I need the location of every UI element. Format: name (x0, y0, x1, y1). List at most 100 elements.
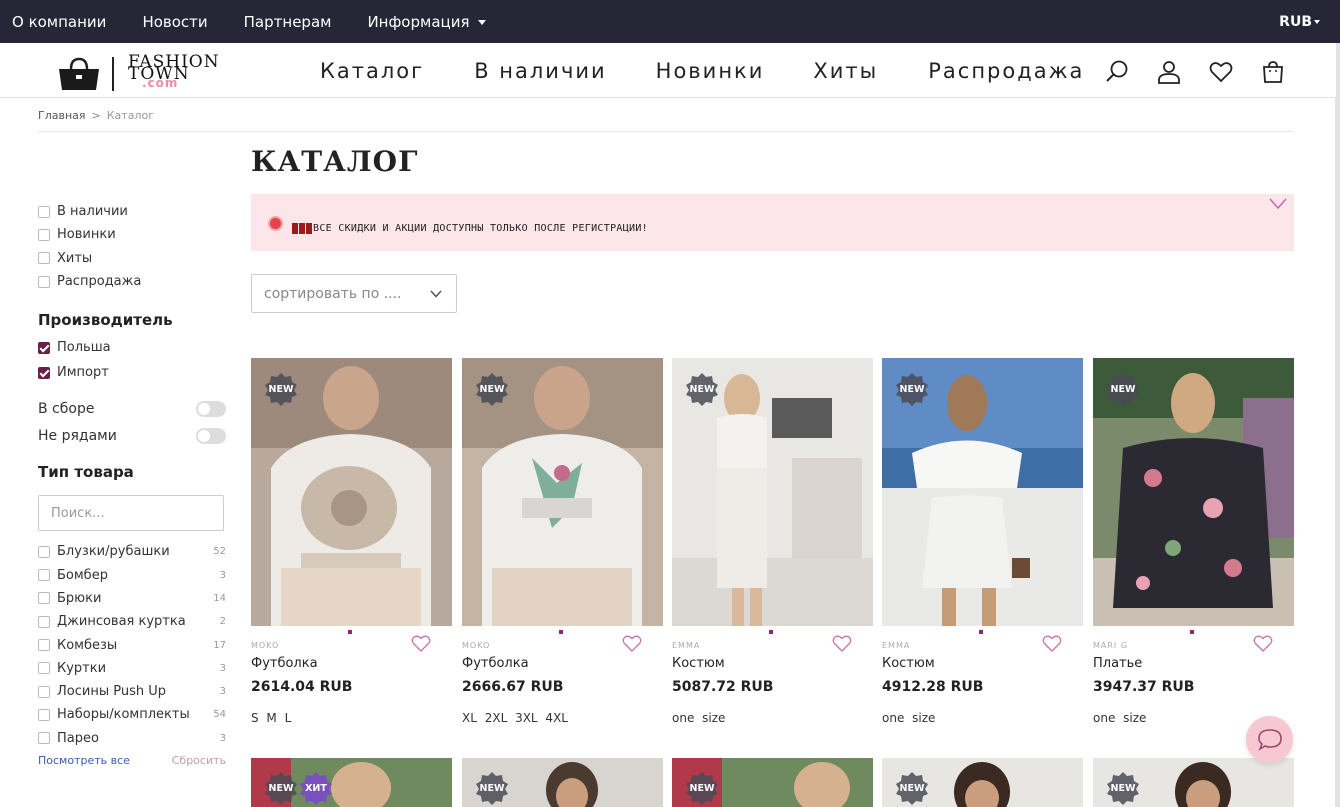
product-image[interactable]: NEW (882, 758, 1083, 807)
toggle-label: Не рядами (38, 427, 117, 444)
breadcrumb-home[interactable]: Главная (38, 109, 86, 122)
filter-maker-poland[interactable]: Польша (38, 335, 226, 360)
filter-hits[interactable]: Хиты (38, 247, 226, 270)
color-dot[interactable] (769, 630, 773, 634)
product-card[interactable]: NEW MOKO Футболка 2614.04 RUB S M L (251, 358, 452, 738)
product-card[interactable]: NEW MARI G Платье 3947.37 RUB one size (1093, 358, 1294, 738)
product-image[interactable]: NEW (462, 358, 663, 626)
product-grid-row-2: NEW ХИТ NEW NEW NEW NEW (251, 758, 1294, 807)
reset-link[interactable]: Сбросить (172, 754, 226, 767)
product-brand: MARI G (1093, 641, 1129, 650)
checkbox[interactable] (38, 205, 50, 218)
search-icon[interactable] (1104, 59, 1130, 85)
chevron-down-icon[interactable] (1269, 198, 1287, 210)
checkbox[interactable] (38, 708, 50, 721)
type-count: 3 (219, 569, 226, 581)
main-header: FASHION TOWN .com Каталог В наличии Нови… (0, 43, 1336, 98)
nav-hits[interactable]: Хиты (813, 59, 878, 83)
favorite-heart-icon[interactable] (1042, 634, 1062, 652)
type-item[interactable]: Лосины Push Up 3 (38, 680, 226, 703)
new-badge: NEW (1106, 372, 1140, 406)
traffic-light-icon (292, 223, 312, 234)
filter-new[interactable]: Новинки (38, 223, 226, 246)
favorite-heart-icon[interactable] (622, 634, 642, 652)
product-image[interactable]: NEW (672, 358, 873, 626)
product-card[interactable]: NEW MOKO Футболка 2666.67 RUB XL 2XL 3XL… (462, 358, 663, 738)
product-name[interactable]: Платье (1093, 656, 1142, 671)
toggle-switch[interactable] (196, 400, 226, 417)
top-link-news[interactable]: Новости (142, 13, 207, 31)
favorite-heart-icon[interactable] (1253, 634, 1273, 652)
type-search-input[interactable]: Поиск... (38, 495, 224, 532)
checkbox[interactable] (38, 662, 50, 675)
user-icon[interactable] (1156, 59, 1182, 85)
product-image[interactable]: NEW (1093, 358, 1294, 626)
promo-banner: ВСЕ СКИДКИ И АКЦИИ ДОСТУПНЫ ТОЛЬКО ПОСЛЕ… (251, 194, 1294, 251)
product-name[interactable]: Костюм (882, 656, 935, 671)
product-image[interactable]: NEW (462, 758, 663, 807)
checkbox[interactable] (38, 228, 50, 241)
chat-button[interactable] (1246, 716, 1293, 763)
checkbox[interactable] (38, 732, 50, 745)
shopping-bag-logo-icon (59, 57, 99, 90)
nav-in-stock[interactable]: В наличии (474, 59, 606, 83)
product-name[interactable]: Костюм (672, 656, 725, 671)
color-dot[interactable] (559, 630, 563, 634)
color-dot[interactable] (1190, 630, 1194, 634)
product-image[interactable]: NEW (882, 358, 1083, 626)
product-card[interactable]: NEW EMMA Костюм 4912.28 RUB one size (882, 358, 1083, 738)
checkbox[interactable] (38, 615, 50, 628)
cart-icon[interactable] (1260, 59, 1286, 85)
product-image[interactable]: NEW (251, 358, 452, 626)
type-item[interactable]: Парео 3 (38, 727, 226, 750)
checkbox-checked[interactable] (38, 341, 50, 354)
favorite-heart-icon[interactable] (832, 634, 852, 652)
type-item[interactable]: Джинсовая куртка 2 (38, 610, 226, 633)
checkbox[interactable] (38, 275, 50, 288)
type-label: Лосины Push Up (57, 684, 166, 700)
top-link-partners[interactable]: Партнерам (244, 13, 332, 31)
top-link-info[interactable]: Информация (367, 13, 486, 31)
checkbox[interactable] (38, 639, 50, 652)
type-item[interactable]: Куртки 3 (38, 657, 226, 680)
filter-maker-import[interactable]: Импорт (38, 360, 226, 385)
type-item[interactable]: Блузки/рубашки 52 (38, 540, 226, 563)
nav-catalog[interactable]: Каталог (320, 59, 424, 83)
new-badge: NEW (264, 771, 298, 805)
type-item[interactable]: Комбезы 17 (38, 633, 226, 656)
toggle-switch[interactable] (196, 427, 226, 444)
checkbox[interactable] (38, 685, 50, 698)
heart-icon[interactable] (1208, 59, 1234, 85)
product-card[interactable]: NEW EMMA Костюм 5087.72 RUB one size (672, 358, 873, 738)
favorite-heart-icon[interactable] (411, 634, 431, 652)
nav-new[interactable]: Новинки (656, 59, 765, 83)
product-name[interactable]: Футболка (462, 656, 529, 671)
product-image[interactable]: NEW ХИТ (251, 758, 452, 807)
badge-label: NEW (689, 782, 715, 794)
checkbox[interactable] (38, 252, 50, 265)
filter-in-stock[interactable]: В наличии (38, 200, 226, 223)
checkbox[interactable] (38, 592, 50, 605)
checkbox[interactable] (38, 545, 50, 558)
sort-select[interactable]: сортировать по .... (251, 274, 457, 313)
top-link-about[interactable]: О компании (12, 13, 106, 31)
product-name[interactable]: Футболка (251, 656, 318, 671)
badge-label: NEW (479, 782, 505, 794)
type-count: 3 (219, 732, 226, 744)
product-image[interactable]: NEW (672, 758, 873, 807)
type-item[interactable]: Бомбер 3 (38, 563, 226, 586)
site-logo[interactable]: FASHION TOWN .com (56, 52, 266, 93)
type-item[interactable]: Наборы/комплекты 54 (38, 703, 226, 726)
checkbox[interactable] (38, 569, 50, 582)
filter-sale[interactable]: Распродажа (38, 270, 226, 293)
product-image[interactable]: NEW (1093, 758, 1294, 807)
page-scrollbar[interactable] (1335, 43, 1340, 807)
currency-selector[interactable]: RUB (1279, 0, 1320, 43)
nav-sale[interactable]: Распродажа (928, 59, 1084, 83)
toggle-label: В сборе (38, 400, 95, 417)
color-dot[interactable] (348, 630, 352, 634)
type-item[interactable]: Брюки 14 (38, 587, 226, 610)
checkbox-checked[interactable] (38, 366, 50, 379)
color-dot[interactable] (979, 630, 983, 634)
show-all-link[interactable]: Посмотреть все (38, 754, 130, 767)
